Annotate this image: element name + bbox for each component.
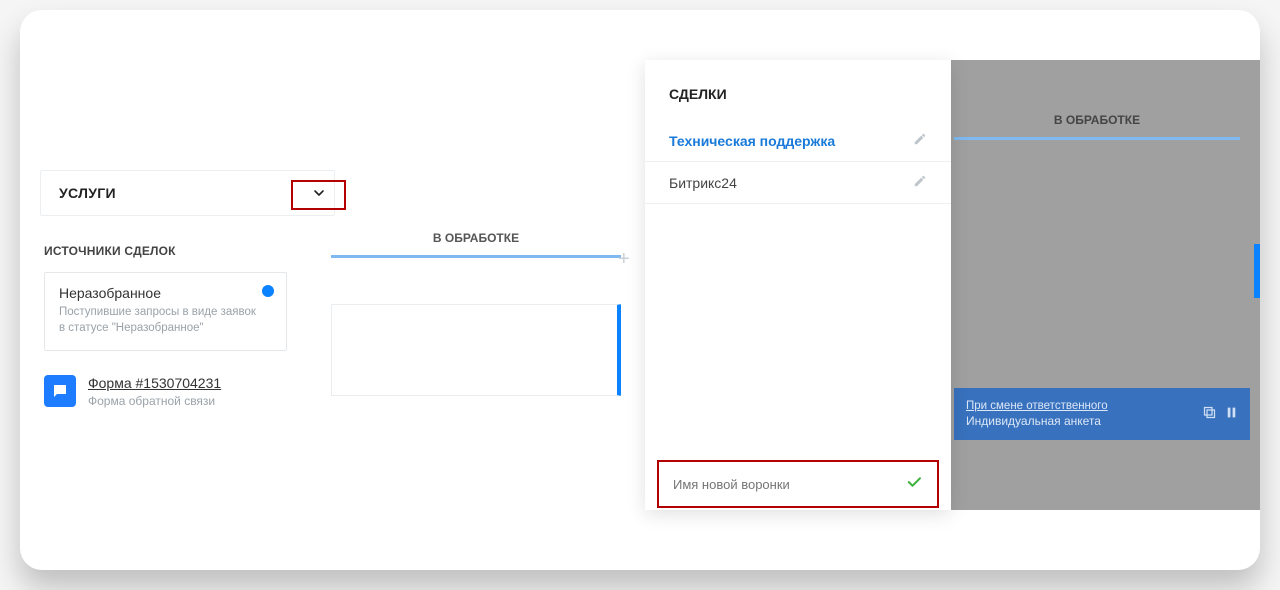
pencil-icon[interactable] — [913, 132, 927, 149]
automation-actions — [1202, 405, 1238, 423]
automation-trigger: При смене ответственного — [966, 400, 1108, 412]
check-icon[interactable] — [905, 473, 923, 496]
add-column-icon[interactable]: + — [618, 248, 630, 271]
uslugi-title: УСЛУГИ — [59, 185, 116, 201]
funnels-dropdown-panel: СДЕЛКИ Техническая поддержка Битрикс24 — [645, 60, 951, 510]
column-header-bar — [331, 255, 621, 258]
uslugi-header[interactable]: УСЛУГИ — [40, 170, 335, 216]
column-header-label-right: В ОБРАБОТКЕ — [954, 103, 1240, 137]
status-dot-icon — [262, 285, 274, 297]
form-text: Форма #1530704231 Форма обратной связи — [88, 375, 221, 408]
app-card: УСЛУГИ ИСТОЧНИКИ СДЕЛОК Неразобранное По… — [20, 10, 1260, 570]
form-link[interactable]: Форма #1530704231 — [88, 375, 221, 391]
column-header-right: В ОБРАБОТКЕ — [954, 103, 1240, 140]
uslugi-chevron-highlight[interactable] — [291, 180, 346, 210]
chat-icon — [44, 375, 76, 407]
new-funnel-input[interactable] — [673, 477, 873, 492]
form-item[interactable]: Форма #1530704231 Форма обратной связи — [40, 375, 335, 408]
copy-icon[interactable] — [1202, 405, 1217, 423]
automation-name: Индивидуальная анкета — [966, 414, 1108, 428]
dropdown-item-support[interactable]: Техническая поддержка — [645, 120, 951, 162]
source-desc: Поступившие запросы в виде заявок в стат… — [59, 305, 259, 336]
form-sub: Форма обратной связи — [88, 394, 221, 408]
dropdown-title: СДЕЛКИ — [645, 60, 951, 120]
column-header-label: В ОБРАБОТКЕ — [331, 221, 621, 255]
dropdown-item-label: Битрикс24 — [669, 175, 737, 191]
pipeline-card[interactable] — [331, 304, 621, 396]
source-name: Неразобранное — [59, 285, 272, 301]
right-greyed-area: В ОБРАБОТКЕ При смене ответственного Инд… — [946, 60, 1260, 510]
source-card-unsorted[interactable]: Неразобранное Поступившие запросы в виде… — [44, 272, 287, 351]
automation-card[interactable]: При смене ответственного Индивидуальная … — [954, 388, 1250, 440]
sources-title: ИСТОЧНИКИ СДЕЛОК — [40, 244, 335, 272]
column-header-left: В ОБРАБОТКЕ — [331, 221, 621, 258]
pause-icon[interactable] — [1225, 405, 1238, 423]
dropdown-item-label: Техническая поддержка — [669, 133, 835, 149]
chevron-down-icon — [311, 185, 327, 206]
column-header-bar-right — [954, 137, 1240, 140]
new-funnel-input-highlight — [657, 460, 939, 508]
automation-card-text: При смене ответственного Индивидуальная … — [966, 400, 1108, 428]
pencil-icon[interactable] — [913, 174, 927, 191]
dropdown-item-bitrix[interactable]: Битрикс24 — [645, 162, 951, 204]
sources-block: ИСТОЧНИКИ СДЕЛОК Неразобранное Поступивш… — [40, 244, 335, 408]
side-rail-accent — [1254, 244, 1260, 298]
